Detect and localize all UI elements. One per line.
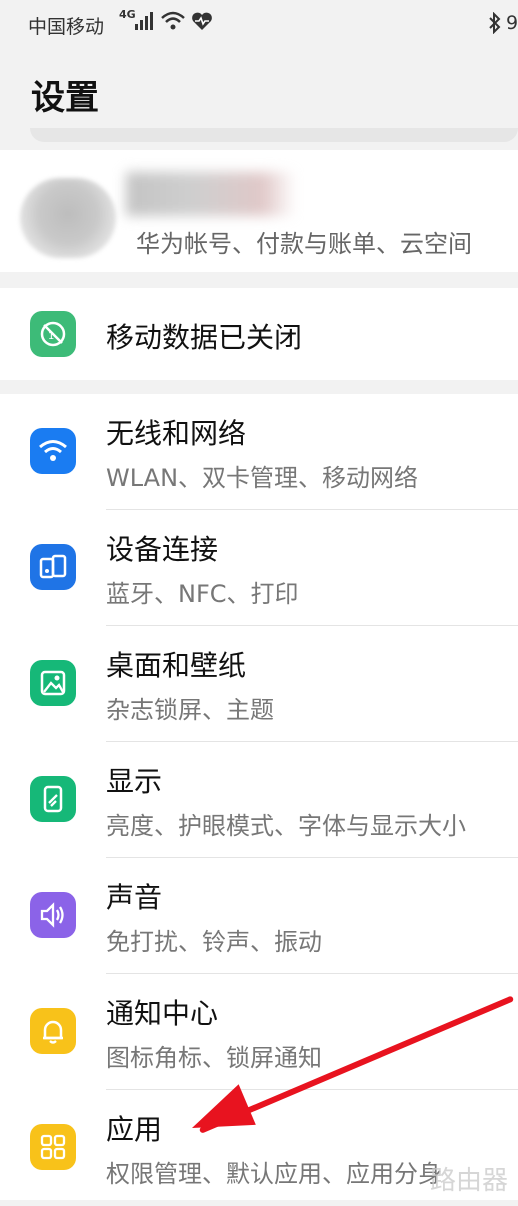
account-card[interactable]: 华为帐号、付款与账单、云空间 bbox=[0, 150, 518, 272]
account-name bbox=[126, 172, 296, 216]
settings-item-desktop-wallpaper[interactable]: 桌面和壁纸 杂志锁屏、主题 bbox=[0, 626, 518, 742]
settings-item-subtitle: 亮度、护眼模式、字体与显示大小 bbox=[106, 812, 466, 840]
status-bar: 中国移动 4G 9 bbox=[0, 0, 518, 48]
heart-rate-icon bbox=[192, 12, 212, 30]
page-header: 设置 bbox=[0, 48, 518, 134]
page-title: 设置 bbox=[31, 78, 99, 118]
apps-grid-icon bbox=[30, 1124, 76, 1170]
settings-item-subtitle: 权限管理、默认应用、应用分身 bbox=[106, 1160, 442, 1188]
settings-item-title: 应用 bbox=[106, 1113, 163, 1146]
settings-item-title: 通知中心 bbox=[106, 997, 219, 1030]
display-icon bbox=[30, 776, 76, 822]
device-connection-icon bbox=[30, 544, 76, 590]
settings-item-device-connection[interactable]: 设备连接 蓝牙、NFC、打印 bbox=[0, 510, 518, 626]
avatar bbox=[20, 178, 116, 258]
signal-icon bbox=[135, 12, 153, 30]
settings-item-subtitle: 免打扰、铃声、振动 bbox=[106, 928, 322, 956]
settings-list: 无线和网络 WLAN、双卡管理、移动网络 设备连接 蓝牙、NFC、打印 桌面和壁… bbox=[0, 394, 518, 1200]
wallpaper-icon bbox=[30, 660, 76, 706]
settings-item-title: 显示 bbox=[106, 765, 163, 798]
wifi-status-icon bbox=[161, 11, 185, 30]
mobile-data-off-icon: 1 bbox=[30, 311, 76, 357]
sound-icon bbox=[30, 892, 76, 938]
settings-item-subtitle: 杂志锁屏、主题 bbox=[106, 696, 274, 724]
svg-text:1: 1 bbox=[48, 331, 54, 342]
settings-item-subtitle: WLAN、双卡管理、移动网络 bbox=[106, 464, 419, 492]
settings-item-title: 桌面和壁纸 bbox=[106, 649, 247, 682]
settings-item-wireless-network[interactable]: 无线和网络 WLAN、双卡管理、移动网络 bbox=[0, 394, 518, 510]
watermark: 路由器 bbox=[430, 1166, 509, 1196]
settings-item-title: 无线和网络 bbox=[106, 417, 247, 450]
bluetooth-icon bbox=[489, 12, 501, 34]
settings-item-sound[interactable]: 声音 免打扰、铃声、振动 bbox=[0, 858, 518, 974]
settings-item-subtitle: 图标角标、锁屏通知 bbox=[106, 1044, 322, 1072]
mobile-data-label: 移动数据已关闭 bbox=[106, 321, 303, 354]
battery-level: 9 bbox=[506, 12, 518, 34]
settings-item-subtitle: 蓝牙、NFC、打印 bbox=[106, 580, 299, 608]
mobile-data-row[interactable]: 1 移动数据已关闭 bbox=[0, 288, 518, 380]
settings-item-display[interactable]: 显示 亮度、护眼模式、字体与显示大小 bbox=[0, 742, 518, 858]
search-bar[interactable] bbox=[30, 128, 518, 142]
bell-icon bbox=[30, 1008, 76, 1054]
wifi-icon bbox=[30, 428, 76, 474]
settings-item-title: 声音 bbox=[106, 881, 163, 914]
carrier-name: 中国移动 bbox=[28, 16, 105, 38]
settings-item-title: 设备连接 bbox=[106, 533, 219, 566]
account-subtitle: 华为帐号、付款与账单、云空间 bbox=[136, 230, 472, 258]
